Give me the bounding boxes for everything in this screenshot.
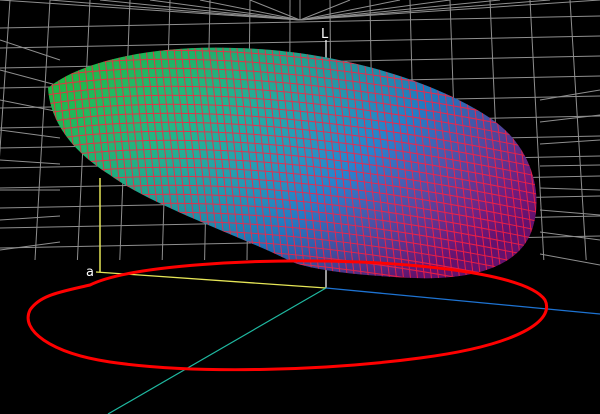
3d-gamut-viewport[interactable]: L a [0,0,600,414]
grid-line [569,0,587,261]
mesh-line [537,40,567,300]
grid-line [539,114,600,123]
grid-line [0,35,600,49]
grid-line [539,164,600,167]
grid-line [0,69,61,87]
grid-line [0,129,61,139]
gamut-solid[interactable] [40,40,588,325]
grid-line [539,253,600,266]
mesh-line [48,274,537,279]
gamut-floor-outline [26,259,548,372]
diagonal-axis-line [107,287,327,414]
grid-line [0,241,61,251]
grid-line [0,0,301,21]
grid-line [539,89,600,101]
grid-line [539,139,600,145]
grid-line [539,209,600,216]
grid-line [0,215,61,221]
grid-line [0,39,61,61]
grid-line [0,159,61,165]
b-axis-line [325,287,600,315]
a-axis-label: a [86,265,94,280]
scene-canvas[interactable]: L a [0,0,600,414]
mesh-line [544,40,574,300]
grid-line [539,187,600,191]
l-axis-label: L [321,27,329,42]
grid-line [34,0,51,261]
mesh-line [558,40,588,300]
